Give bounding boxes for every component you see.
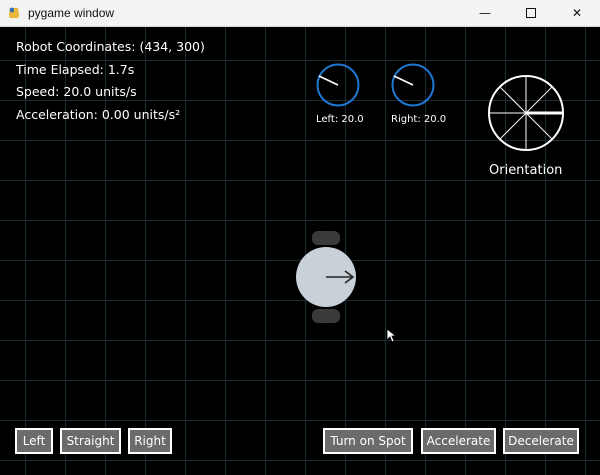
turn-on-spot-button[interactable]: Turn on Spot [323,428,413,454]
acceleration-text: Acceleration: 0.00 units/s² [16,107,181,122]
left-wheel-dial [316,63,360,107]
mouse-cursor-icon [387,329,397,343]
pygame-window: pygame window — ✕ Robot Coordinates: (43… [0,0,600,475]
robot-coordinates-text: Robot Coordinates: (434, 300) [16,39,205,54]
close-icon: ✕ [571,6,583,20]
accelerate-button[interactable]: Accelerate [421,428,496,454]
robot[interactable] [290,231,362,323]
left-button[interactable]: Left [15,428,53,454]
orientation-label: Orientation [489,163,563,178]
decelerate-button[interactable]: Decelerate [503,428,579,454]
pygame-snake-icon [9,7,19,18]
minimize-icon: — [479,6,491,20]
simulation-canvas[interactable]: Robot Coordinates: (434, 300) Time Elaps… [0,27,600,475]
right-wheel-dial [391,63,435,107]
right-wheel-label: Right: 20.0 [391,114,447,125]
maximize-icon [526,8,536,18]
orientation-dial [488,75,564,151]
minimize-button[interactable]: — [462,0,508,26]
close-button[interactable]: ✕ [554,0,600,26]
title-bar: pygame window — ✕ [0,0,600,27]
robot-top-wheel [312,231,340,245]
robot-bottom-wheel [312,309,340,323]
straight-button[interactable]: Straight [60,428,121,454]
time-elapsed-text: Time Elapsed: 1.7s [16,62,135,77]
window-title: pygame window [28,6,115,20]
speed-text: Speed: 20.0 units/s [16,84,137,99]
left-wheel-label: Left: 20.0 [316,114,364,125]
maximize-button[interactable] [508,0,554,26]
right-button[interactable]: Right [128,428,172,454]
